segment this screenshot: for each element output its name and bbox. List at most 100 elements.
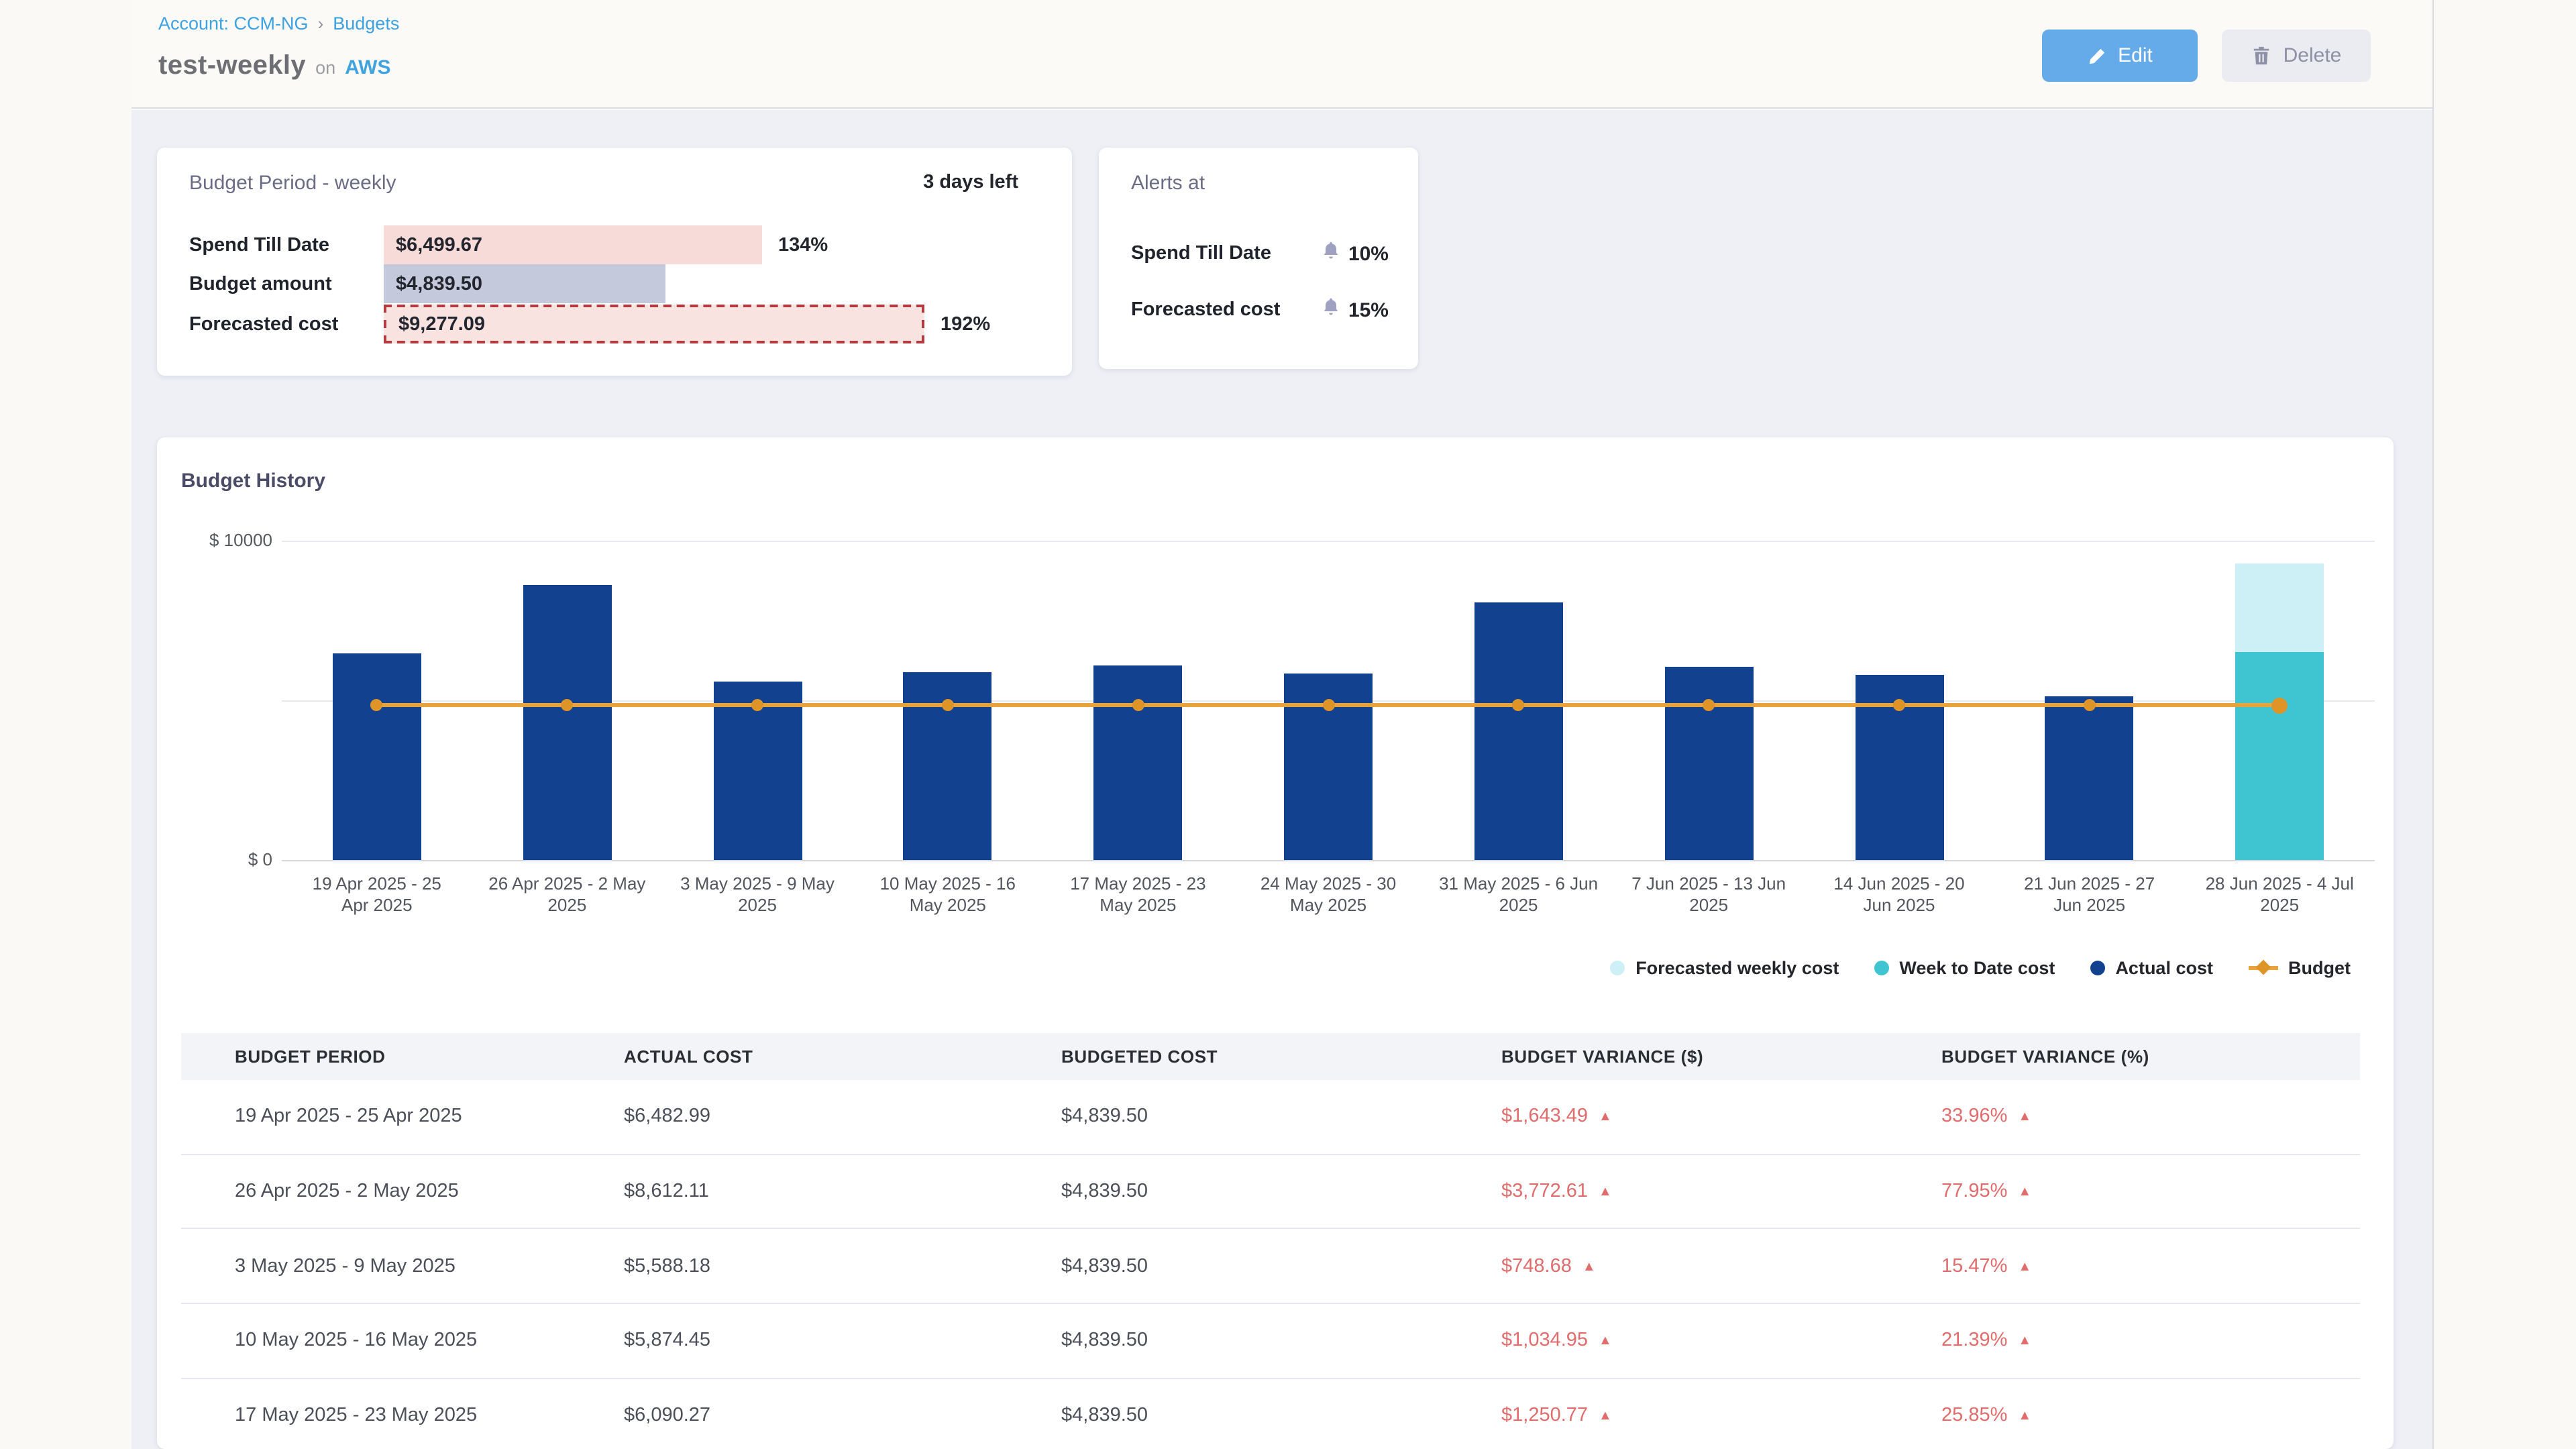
actual-cost-bar[interactable] (2045, 696, 2134, 860)
budget-legend-marker-icon (2248, 966, 2277, 970)
delete-button[interactable]: Delete (2222, 30, 2371, 82)
alerts-card: Alerts at Spend Till Date10% Forecasted c… (1099, 148, 1418, 369)
budget-row-percent: 134% (778, 234, 828, 256)
budget-history-table: BUDGET PERIODACTUAL COSTBUDGETED COSTBUD… (181, 1033, 2360, 1449)
table-row[interactable]: 10 May 2025 - 16 May 2025$5,874.45$4,839… (181, 1304, 2360, 1379)
actual-cost-bar[interactable] (333, 653, 421, 860)
legend-item[interactable]: Week to Date cost (1874, 958, 2055, 978)
budget-row-value: $6,499.67 (384, 234, 482, 256)
cell-actual-cost: $5,874.45 (624, 1330, 1061, 1352)
budget-period-row: Forecasted cost $9,277.09 192% (157, 305, 1072, 343)
actual-cost-bar[interactable] (1474, 602, 1563, 860)
week-to-date-bar[interactable] (2235, 653, 2324, 860)
forecasted-cost-bar[interactable] (2235, 564, 2324, 652)
alert-row: Spend Till Date10% (1131, 239, 1389, 268)
budget-row-label: Forecasted cost (189, 313, 338, 335)
table-row[interactable]: 26 Apr 2025 - 2 May 2025$8,612.11$4,839.… (181, 1155, 2360, 1229)
arrow-up-icon: ▲ (2018, 1110, 2031, 1125)
cell-variance-pct: 25.85%▲ (1941, 1405, 2360, 1426)
cell-variance-pct: 21.39%▲ (1941, 1330, 2360, 1352)
arrow-up-icon: ▲ (2018, 1409, 2031, 1424)
table-row[interactable]: 19 Apr 2025 - 25 Apr 2025$6,482.99$4,839… (181, 1080, 2360, 1155)
delete-button-label: Delete (2284, 44, 2342, 67)
table-column-header[interactable]: ACTUAL COST (624, 1046, 1061, 1067)
legend-label: Week to Date cost (1899, 958, 2055, 978)
cell-budgeted-cost: $4,839.50 (1061, 1181, 1501, 1202)
alert-label: Forecasted cost (1131, 299, 1280, 321)
x-axis-tick: 28 Jun 2025 - 4 Jul2025 (2184, 873, 2375, 916)
alerts-title: Alerts at (1131, 172, 1205, 195)
budget-row-bar: $6,499.67 (384, 225, 762, 264)
gridline (282, 860, 2375, 861)
cell-variance-pct: 15.47%▲ (1941, 1255, 2360, 1277)
x-axis-tick: 17 May 2025 - 23May 2025 (1042, 873, 1233, 916)
table-column-header[interactable]: BUDGETED COST (1061, 1046, 1501, 1067)
breadcrumb-budgets[interactable]: Budgets (333, 13, 399, 34)
legend-dot-icon (1610, 961, 1625, 975)
actual-cost-bar[interactable] (1664, 667, 1753, 860)
arrow-up-icon: ▲ (1599, 1185, 1612, 1199)
x-axis-tick: 24 May 2025 - 30May 2025 (1233, 873, 1424, 916)
budget-row-label: Spend Till Date (189, 234, 329, 256)
legend-label: Actual cost (2115, 958, 2213, 978)
table-column-header[interactable]: BUDGET VARIANCE ($) (1501, 1046, 1941, 1067)
cell-variance-usd: $1,034.95▲ (1501, 1330, 1941, 1352)
budget-row-percent: 192% (941, 313, 990, 335)
alert-row: Forecasted cost15% (1131, 295, 1389, 325)
table-row[interactable]: 17 May 2025 - 23 May 2025$6,090.27$4,839… (181, 1379, 2360, 1449)
budget-period-row: Spend Till Date $6,499.67 134% (157, 225, 1072, 264)
x-axis-tick: 3 May 2025 - 9 May2025 (662, 873, 853, 916)
cell-budget-period: 17 May 2025 - 23 May 2025 (181, 1405, 624, 1426)
cell-actual-cost: $6,090.27 (624, 1405, 1061, 1426)
arrow-up-icon: ▲ (2018, 1185, 2031, 1199)
title-row: test-weekly on AWS (158, 51, 391, 82)
budget-period-card: Budget Period - weekly 3 days left Spend… (157, 148, 1072, 376)
legend-item[interactable]: Budget (2248, 958, 2351, 978)
cell-variance-usd: $1,643.49▲ (1501, 1106, 1941, 1128)
breadcrumb-account[interactable]: Account: CCM-NG (158, 13, 309, 34)
table-row[interactable]: 3 May 2025 - 9 May 2025$5,588.18$4,839.5… (181, 1230, 2360, 1304)
content-area: Budget Period - weekly 3 days left Spend… (131, 110, 2432, 1449)
on-label: on (315, 58, 335, 78)
cell-budgeted-cost: $4,839.50 (1061, 1405, 1501, 1426)
cell-actual-cost: $8,612.11 (624, 1181, 1061, 1202)
page-title: test-weekly (158, 51, 306, 82)
breadcrumb: Account: CCM-NG›Budgets (158, 13, 399, 34)
table-column-header[interactable]: BUDGET PERIOD (181, 1046, 624, 1067)
x-axis-tick: 26 Apr 2025 - 2 May2025 (472, 873, 662, 916)
actual-cost-bar[interactable] (523, 585, 611, 860)
bell-icon (1322, 297, 1340, 323)
arrow-up-icon: ▲ (1599, 1334, 1612, 1349)
edit-button[interactable]: Edit (2042, 30, 2198, 82)
y-axis-tick: $ 10000 (176, 530, 272, 550)
budget-history-title: Budget History (181, 470, 325, 492)
legend-dot-icon (2090, 961, 2104, 975)
trash-icon (2251, 46, 2271, 66)
budget-row-label: Budget amount (189, 273, 332, 294)
legend-item[interactable]: Actual cost (2090, 958, 2213, 978)
budget-row-bar: $4,839.50 (384, 264, 665, 303)
arrow-up-icon: ▲ (2018, 1334, 2031, 1349)
cell-budget-period: 10 May 2025 - 16 May 2025 (181, 1330, 624, 1352)
page: Account: CCM-NG›Budgets test-weekly on A… (0, 0, 2576, 1449)
budget-row-value: $9,277.09 (386, 313, 485, 335)
page-header: Account: CCM-NG›Budgets test-weekly on A… (131, 0, 2432, 109)
cell-budgeted-cost: $4,839.50 (1061, 1255, 1501, 1277)
days-left-label: 3 days left (923, 172, 1018, 193)
cell-variance-usd: $748.68▲ (1501, 1255, 1941, 1277)
actual-cost-bar[interactable] (1093, 665, 1182, 860)
arrow-up-icon: ▲ (1599, 1409, 1612, 1424)
cell-budget-period: 26 Apr 2025 - 2 May 2025 (181, 1181, 624, 1202)
arrow-up-icon: ▲ (1599, 1110, 1612, 1125)
x-axis-tick: 10 May 2025 - 16May 2025 (853, 873, 1043, 916)
pencil-icon (2087, 46, 2106, 65)
budget-row-bar: $9,277.09 (384, 305, 924, 343)
gridline (282, 541, 2375, 542)
app-panel: Account: CCM-NG›Budgets test-weekly on A… (131, 0, 2434, 1449)
table-header-row: BUDGET PERIODACTUAL COSTBUDGETED COSTBUD… (181, 1033, 2360, 1080)
table-column-header[interactable]: BUDGET VARIANCE (%) (1941, 1046, 2360, 1067)
alert-label: Spend Till Date (1131, 243, 1271, 264)
budget-row-value: $4,839.50 (384, 273, 482, 294)
x-axis-tick: 31 May 2025 - 6 Jun2025 (1424, 873, 1614, 916)
legend-item[interactable]: Forecasted weekly cost (1610, 958, 1839, 978)
